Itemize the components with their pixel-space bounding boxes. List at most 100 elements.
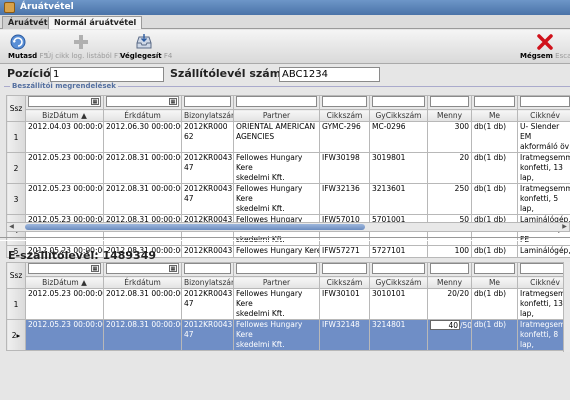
quantity-input[interactable]: 40 [430, 320, 460, 330]
tab-strip: Áruátvétel Normál áruátvétel [0, 15, 570, 29]
filter-bizdatum[interactable]: ▦ [28, 96, 101, 107]
col-header-menny[interactable]: Menny [427, 276, 472, 289]
cell-erkdatum: 2012.08.31 00:00:00 [103, 183, 182, 215]
col-header-cikkszam[interactable]: Cikkszám [319, 109, 370, 122]
calendar-icon[interactable]: ▦ [169, 265, 177, 272]
row-number: 2▸ [6, 319, 26, 351]
cell-gycikkszam: MC-0296 [369, 121, 428, 153]
col-header-me[interactable]: Me [471, 276, 518, 289]
delivery-note-input[interactable]: ABC1234 [279, 67, 380, 82]
refresh-icon [10, 34, 26, 50]
table-row-selected[interactable]: 2▸ 2012.05.23 00:00:00 2012.08.31 00:00:… [6, 319, 570, 351]
col-header-cikkszam[interactable]: Cikkszám [319, 276, 370, 289]
position-input[interactable]: 1 [50, 67, 164, 82]
filter-menny[interactable] [430, 263, 469, 274]
finalize-key: F4 [163, 52, 173, 60]
calendar-icon[interactable]: ▦ [91, 265, 99, 272]
toolbar: Mutasd F5 Új cikk log. listából F7 Végle… [0, 30, 570, 64]
table-row[interactable]: 1 2012.05.23 00:00:00 2012.08.31 00:00:0… [6, 288, 570, 320]
calendar-icon[interactable]: ▦ [169, 98, 177, 105]
filter-menny[interactable] [430, 96, 469, 107]
orders-horizontal-scrollbar[interactable]: ◀ ▶ [6, 222, 570, 232]
edelivery-vertical-scrollbar[interactable] [563, 262, 570, 352]
orders-group-title: Beszállítói megrendelések [10, 82, 118, 90]
filter-row: Ssz ▦ ▦ [6, 262, 570, 289]
col-header-gycikkszam[interactable]: GyCikkszám [369, 109, 428, 122]
cell-gycikkszam: 5727101 [369, 245, 428, 258]
row-number-header: Ssz [6, 95, 26, 122]
filter-gycikkszam[interactable] [372, 263, 425, 274]
inbox-icon [136, 34, 152, 49]
cell-gycikkszam: 3213601 [369, 183, 428, 215]
cell-partner: Fellowes Hungary Kereskedelmi Kft. [233, 319, 320, 351]
filter-me[interactable] [474, 96, 515, 107]
window-title: Áruátvétel [20, 2, 74, 12]
col-header-me[interactable]: Me [471, 109, 518, 122]
cancel-button[interactable]: Mégsem Escape [520, 30, 570, 64]
show-label: Mutasd [8, 52, 38, 60]
cell-gycikkszam: 3214801 [369, 319, 428, 351]
scroll-right-arrow-icon[interactable]: ▶ [560, 223, 569, 231]
filter-bizdatum[interactable]: ▦ [28, 263, 101, 274]
filter-cikkszam[interactable] [322, 96, 367, 107]
cell-erkdatum: 2012.08.31 00:00:00 [103, 152, 182, 184]
table-row[interactable]: 3 2012.05.23 00:00:00 2012.08.31 00:00:0… [6, 183, 570, 215]
col-header-bizdatum[interactable]: BizDátum ▲ [25, 109, 104, 122]
cell-menny: 20/20 [427, 288, 472, 320]
col-header-partner[interactable]: Partner [233, 109, 320, 122]
filter-partner[interactable] [236, 96, 317, 107]
cell-erkdatum: 2012.06.30 00:00:00 [103, 121, 182, 153]
filter-gycikkszam[interactable] [372, 96, 425, 107]
cell-gycikkszam: 3019801 [369, 152, 428, 184]
cell-partner: ORIENTAL AMERICAN AGENCIES [233, 121, 320, 153]
filter-row: Ssz ▦ ▦ [6, 95, 570, 122]
cell-cikkszam: IFW57271 [319, 245, 370, 258]
scrollbar-thumb[interactable] [25, 224, 365, 230]
cell-bizdatum: 2012.05.23 00:00:00 [25, 288, 104, 320]
filter-cikkszam[interactable] [322, 263, 367, 274]
cell-bizonylatszam: 2012KR004347 [181, 152, 234, 184]
filter-erkdatum[interactable]: ▦ [106, 263, 179, 274]
cell-bizonylatszam: 2012KR004347 [181, 183, 234, 215]
row-number: 2 [6, 152, 26, 184]
finalize-label: Véglegesít [120, 52, 162, 60]
cell-bizdatum: 2012.05.23 00:00:00 [25, 183, 104, 215]
orders-table: Ssz ▦ ▦ BizDátum ▲ Érkdátum Bizonylatszá… [6, 95, 570, 258]
tab-normal-aruatvetel[interactable]: Normál áruátvétel [48, 16, 143, 29]
splitter[interactable] [0, 237, 570, 241]
col-header-partner[interactable]: Partner [233, 276, 320, 289]
col-header-menny[interactable]: Menny [427, 109, 472, 122]
filter-cikknev[interactable] [520, 96, 570, 107]
table-row[interactable]: 2 2012.05.23 00:00:00 2012.08.31 00:00:0… [6, 152, 570, 184]
cell-cikkszam: IFW30198 [319, 152, 370, 184]
cell-menny: 20 [427, 152, 472, 184]
cell-cikknev: Iratmegsemmi konfetti, 5 lap, [517, 183, 570, 215]
col-header-bizdatum[interactable]: BizDátum ▲ [25, 276, 104, 289]
col-header-bizonylatszam[interactable]: Bizonylatszám [181, 276, 234, 289]
header-row: BizDátum ▲ Érkdátum Bizonylatszám Partne… [7, 109, 570, 122]
edelivery-table: Ssz ▦ ▦ BizDátum ▲ Érkdátum Bizonylatszá… [6, 262, 570, 351]
cell-cikknev: Laminálógép, [517, 245, 570, 258]
cell-me: db(1 db) [471, 319, 518, 351]
col-header-cikknev[interactable]: Cikknév [517, 109, 570, 122]
cell-cikkszam: IFW32148 [319, 319, 370, 351]
filter-me[interactable] [474, 263, 515, 274]
cancel-key: Escape [555, 52, 570, 60]
filter-partner[interactable] [236, 263, 317, 274]
show-button[interactable]: Mutasd F5 [2, 30, 48, 64]
new-item-button[interactable]: Új cikk log. listából F7 [46, 30, 123, 64]
row-number-header: Ssz [6, 262, 26, 289]
col-header-erkdatum[interactable]: Érkdátum [103, 276, 182, 289]
col-header-erkdatum[interactable]: Érkdátum [103, 109, 182, 122]
col-header-gycikkszam[interactable]: GyCikkszám [369, 276, 428, 289]
cell-cikknev: U- Slender EM akformáló öv [517, 121, 570, 153]
table-row[interactable]: 1 2012.04.03 00:00:00 2012.06.30 00:00:0… [6, 121, 570, 153]
filter-erkdatum[interactable]: ▦ [106, 96, 179, 107]
cell-partner: Fellowes Hungary Kereskedelmi Kft. [233, 183, 320, 215]
filter-bizonylatszam[interactable] [184, 96, 231, 107]
col-header-bizonylatszam[interactable]: Bizonylatszám [181, 109, 234, 122]
calendar-icon[interactable]: ▦ [91, 98, 99, 105]
scroll-left-arrow-icon[interactable]: ◀ [7, 223, 16, 231]
finalize-button[interactable]: Véglegesít F4 [118, 30, 173, 64]
filter-bizonylatszam[interactable] [184, 263, 231, 274]
